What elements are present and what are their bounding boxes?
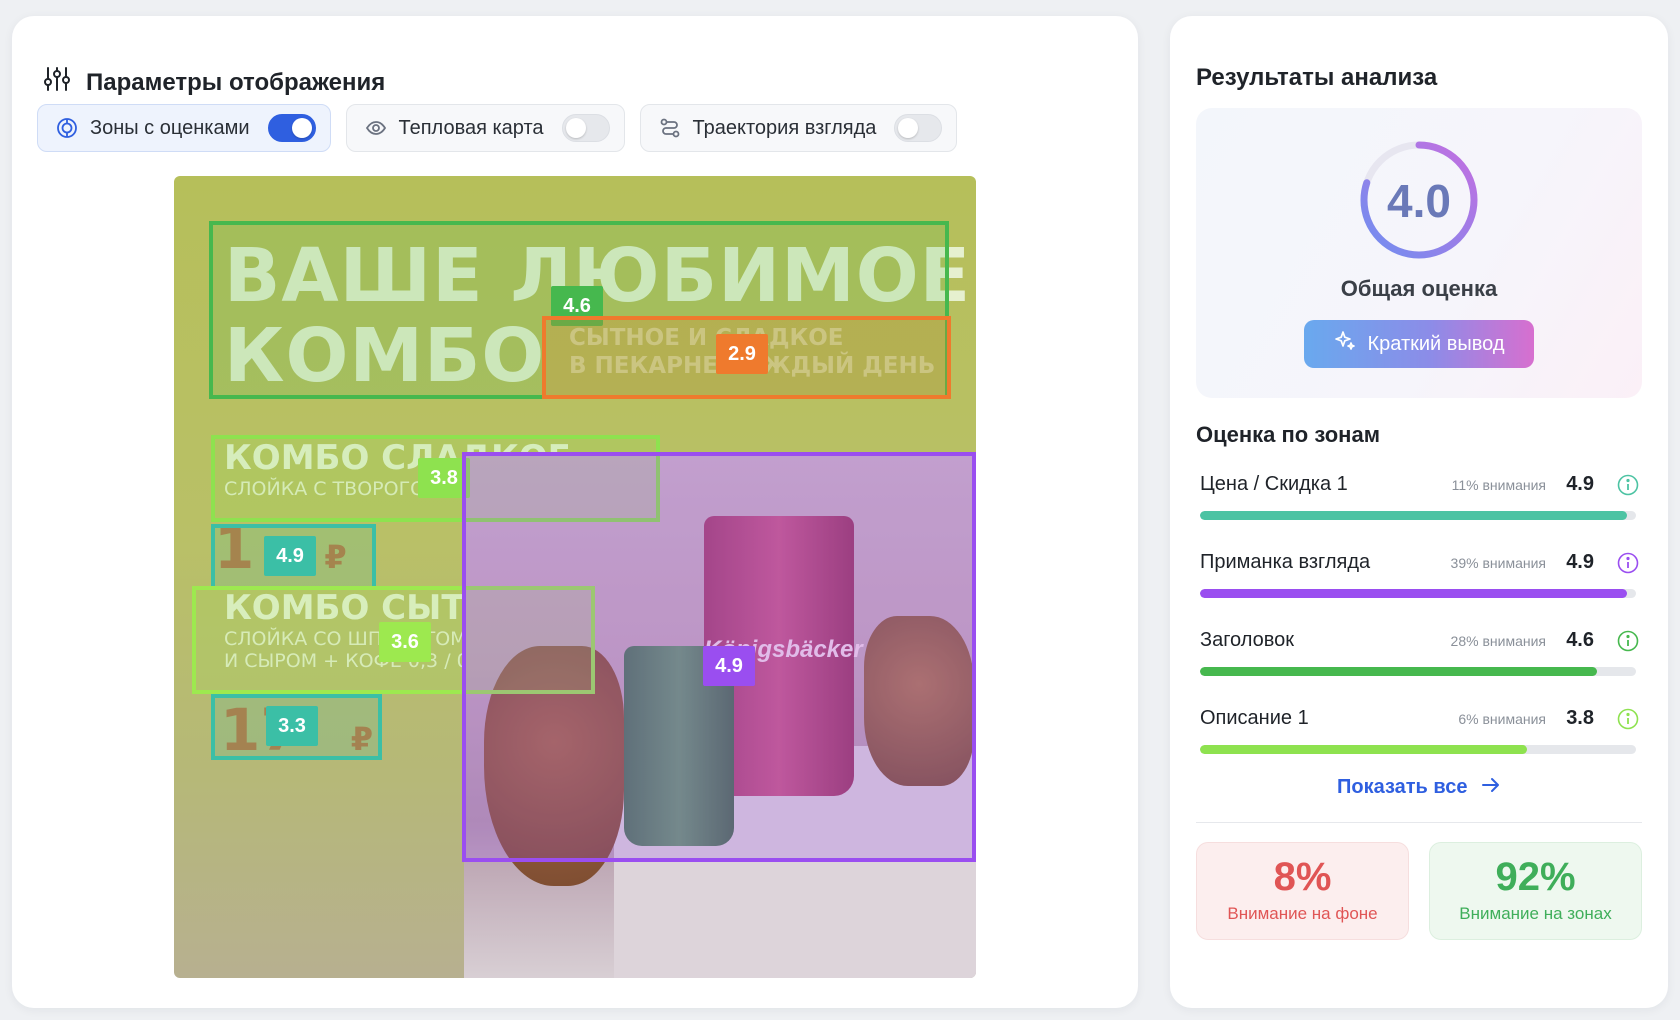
zone-name: Цена / Скидка 1 <box>1200 473 1348 495</box>
zone-attention: 39% внимания <box>1450 555 1546 571</box>
info-icon[interactable] <box>1616 629 1640 653</box>
toggle-zones-with-scores[interactable]: Зоны с оценками <box>37 104 331 152</box>
zone-score-bar <box>1200 667 1636 676</box>
stat-value: 92% <box>1495 855 1576 899</box>
zone-score: 4.9 <box>1566 473 1594 495</box>
summary-button-label: Краткий вывод <box>1367 332 1505 355</box>
zones-attention-stat: 92% Внимание на зонах <box>1429 842 1642 940</box>
overall-score-value: 4.0 <box>1387 175 1451 227</box>
zone-attention: 11% внимания <box>1451 477 1546 493</box>
target-icon <box>54 115 80 141</box>
zone-score-badge: 4.9 <box>703 646 755 686</box>
zone-name: Описание 1 <box>1200 707 1309 729</box>
zone-score-bar-fill <box>1200 745 1527 754</box>
zones-switch[interactable] <box>267 114 316 142</box>
info-icon[interactable] <box>1616 551 1640 575</box>
zone-score-badge: 4.9 <box>264 536 316 576</box>
toggle-label: Траектория взгляда <box>692 116 877 139</box>
zone-score-row[interactable]: Цена / Скидка 1 11% внимания 4.9 <box>1200 473 1640 533</box>
show-all-label: Показать все <box>1336 776 1468 798</box>
zone-attention: 6% внимания <box>1458 711 1546 727</box>
stat-label: Внимание на фоне <box>1227 904 1378 923</box>
analysis-results-panel: Результаты анализа 4.0 Общая оценка Крат… <box>1170 16 1668 1008</box>
zone-attention: 28% внимания <box>1450 633 1546 649</box>
arrow-right-icon <box>1481 776 1501 798</box>
overall-score-card: 4.0 Общая оценка Краткий вывод <box>1196 108 1642 398</box>
toggle-gaze-path[interactable]: Траектория взгляда <box>639 104 958 152</box>
zone-score: 4.6 <box>1566 629 1594 651</box>
toggle-label: Тепловая карта <box>398 116 544 139</box>
zone-scores-title: Оценка по зонам <box>1196 422 1380 447</box>
background-attention-stat: 8% Внимание на фоне <box>1196 842 1409 940</box>
zone-score-bar <box>1200 589 1636 598</box>
zone-score-badge: 3.6 <box>379 622 431 662</box>
heatmap-switch[interactable] <box>561 114 610 142</box>
zone-score-row[interactable]: Описание 1 6% внимания 3.8 <box>1200 707 1640 767</box>
zone-score-bar-fill <box>1200 589 1628 598</box>
route-icon <box>657 115 683 141</box>
divider <box>1196 822 1642 823</box>
show-all-link[interactable]: Показать все <box>1170 776 1668 799</box>
sparkle-icon <box>1333 329 1357 359</box>
toggle-label: Зоны с оценками <box>90 116 250 139</box>
overall-score-label: Общая оценка <box>1340 276 1498 301</box>
zone-score-row[interactable]: Приманка взгляда 39% внимания 4.9 <box>1200 551 1640 611</box>
zone-name: Приманка взгляда <box>1200 551 1371 573</box>
display-toggles: Зоны с оценками Тепловая карта Траектори… <box>37 104 958 152</box>
stat-value: 8% <box>1273 855 1332 899</box>
zone-score: 3.8 <box>1566 707 1594 729</box>
zone-score-bar <box>1200 511 1636 520</box>
info-icon[interactable] <box>1616 707 1640 731</box>
sliders-icon <box>42 64 72 101</box>
zone-name: Заголовок <box>1200 629 1295 651</box>
analysis-results-title: Результаты анализа <box>1196 64 1438 91</box>
analyzed-poster-image: ВАШЕ ЛЮБИМОЕ КОМБО СЫТНОЕ И СЛАДКОЕ В ПЕ… <box>174 176 976 978</box>
zone-score-badge: 2.9 <box>716 334 768 374</box>
info-icon[interactable] <box>1616 473 1640 497</box>
zone-score: 4.9 <box>1566 551 1594 573</box>
gaze-path-switch[interactable] <box>894 114 943 142</box>
toggle-heatmap[interactable]: Тепловая карта <box>345 104 625 152</box>
zone-score-bar <box>1200 745 1636 754</box>
zone-score-badge: 3.3 <box>266 706 318 746</box>
eye-scan-icon <box>363 115 389 141</box>
display-settings-title: Параметры отображения <box>86 68 386 96</box>
display-settings-panel: Параметры отображения Зоны с оценками Те… <box>12 16 1138 1008</box>
display-settings-header: Параметры отображения <box>42 64 385 101</box>
summary-button[interactable]: Краткий вывод <box>1304 320 1534 368</box>
stat-label: Внимание на зонах <box>1459 904 1612 923</box>
zone-score-bar-fill <box>1200 667 1597 676</box>
zone-score-bar-fill <box>1200 511 1628 520</box>
zone-score-row[interactable]: Заголовок 28% внимания 4.6 <box>1200 629 1640 689</box>
